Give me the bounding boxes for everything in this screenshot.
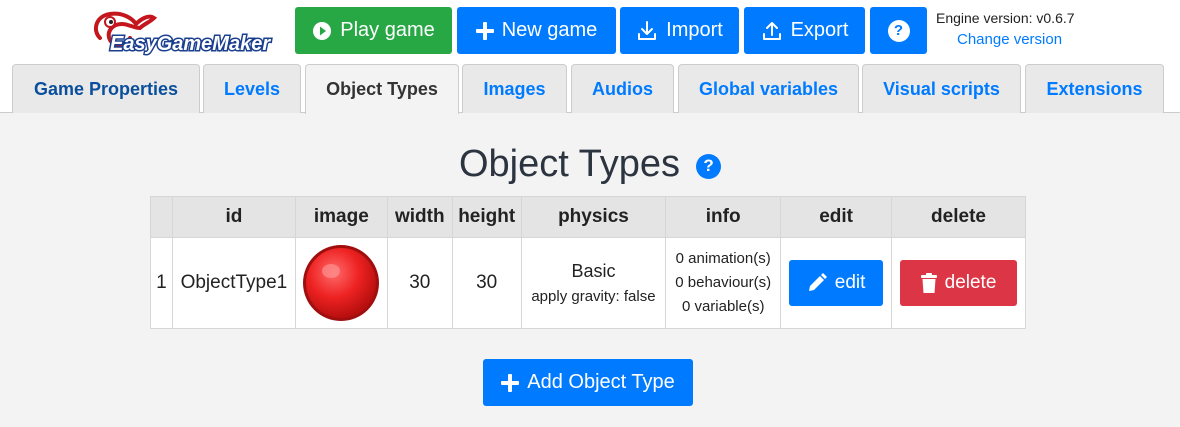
- easygamemaker-logo: EasyGameMaker: [93, 11, 273, 56]
- tab-levels[interactable]: Levels: [203, 64, 301, 113]
- header: EasyGameMaker Play game New game Import …: [0, 0, 1180, 64]
- row-edit-cell: edit: [780, 237, 893, 329]
- tab-visual-scripts[interactable]: Visual scripts: [862, 64, 1021, 113]
- red-ball-image: [303, 245, 380, 321]
- new-game-label: New game: [501, 19, 598, 41]
- add-object-type-label: Add Object Type: [527, 371, 675, 393]
- engine-info: Engine version: v0.6.7 Change version: [936, 10, 1136, 48]
- help-button[interactable]: ?: [870, 7, 927, 54]
- page-title: Object Types: [458, 142, 681, 185]
- column-header-height: height: [451, 196, 522, 238]
- engine-version: Engine version: v0.6.7: [936, 10, 1075, 26]
- play-circle-icon: [313, 21, 332, 40]
- row-width: 30: [386, 237, 453, 329]
- trash-icon: [920, 273, 937, 293]
- export-button[interactable]: Export: [744, 7, 865, 54]
- svg-text:EasyGameMaker: EasyGameMaker: [110, 33, 271, 55]
- table-header-row: id image width height physics info edit …: [150, 196, 1026, 238]
- plus-icon: [475, 21, 494, 40]
- row-id: ObjectType1: [171, 237, 296, 329]
- tab-extensions[interactable]: Extensions: [1025, 64, 1164, 113]
- tab-global-variables[interactable]: Global variables: [678, 64, 859, 113]
- column-header-width: width: [386, 196, 453, 238]
- row-delete-cell: delete: [891, 237, 1026, 329]
- info-variables: 0 variable(s): [681, 298, 765, 315]
- info-behaviours: 0 behaviour(s): [675, 274, 772, 291]
- delete-button[interactable]: delete: [900, 260, 1018, 306]
- column-header-edit: edit: [780, 196, 893, 238]
- row-physics: Basic apply gravity: false: [520, 237, 667, 329]
- import-label: Import: [666, 19, 723, 41]
- column-header-index: [150, 196, 173, 238]
- physics-type: Basic: [571, 261, 616, 281]
- column-header-id: id: [171, 196, 296, 238]
- help-icon: ?: [887, 19, 910, 42]
- pencil-icon: [808, 273, 827, 291]
- upload-icon: [762, 21, 781, 40]
- column-header-delete: delete: [891, 196, 1026, 238]
- edit-button[interactable]: edit: [789, 260, 884, 306]
- import-button[interactable]: Import: [620, 7, 739, 54]
- tab-audios[interactable]: Audios: [571, 64, 674, 113]
- plus-icon: [501, 373, 520, 392]
- new-game-button[interactable]: New game: [457, 7, 616, 54]
- tab-images[interactable]: Images: [462, 64, 567, 113]
- row-index: 1: [150, 237, 173, 329]
- object-types-table: id image width height physics info edit …: [150, 196, 1026, 329]
- info-animations: 0 animation(s): [675, 250, 771, 267]
- play-game-button[interactable]: Play game: [295, 7, 452, 54]
- column-header-info: info: [665, 196, 782, 238]
- play-game-label: Play game: [340, 19, 435, 41]
- column-header-physics: physics: [520, 196, 667, 238]
- edit-label: edit: [834, 272, 866, 293]
- add-object-type-button[interactable]: Add Object Type: [483, 359, 693, 406]
- row-image-cell: [294, 237, 388, 329]
- export-label: Export: [790, 19, 849, 41]
- download-icon: [638, 20, 657, 40]
- table-row: 1 ObjectType1 30 30 Basic apply gravity:…: [150, 237, 1026, 329]
- tab-bar: Game Properties Levels Object Types Imag…: [0, 64, 1180, 114]
- delete-label: delete: [944, 272, 997, 293]
- row-info: 0 animation(s) 0 behaviour(s) 0 variable…: [665, 237, 782, 329]
- tab-game-properties[interactable]: Game Properties: [12, 64, 200, 113]
- row-height: 30: [451, 237, 522, 329]
- change-version-link[interactable]: Change version: [957, 31, 1136, 48]
- column-header-image: image: [294, 196, 388, 238]
- tab-object-types[interactable]: Object Types: [305, 64, 459, 114]
- physics-gravity: apply gravity: false: [531, 288, 656, 305]
- title-row: Object Types ?: [0, 140, 1180, 188]
- help-icon[interactable]: ?: [696, 153, 722, 179]
